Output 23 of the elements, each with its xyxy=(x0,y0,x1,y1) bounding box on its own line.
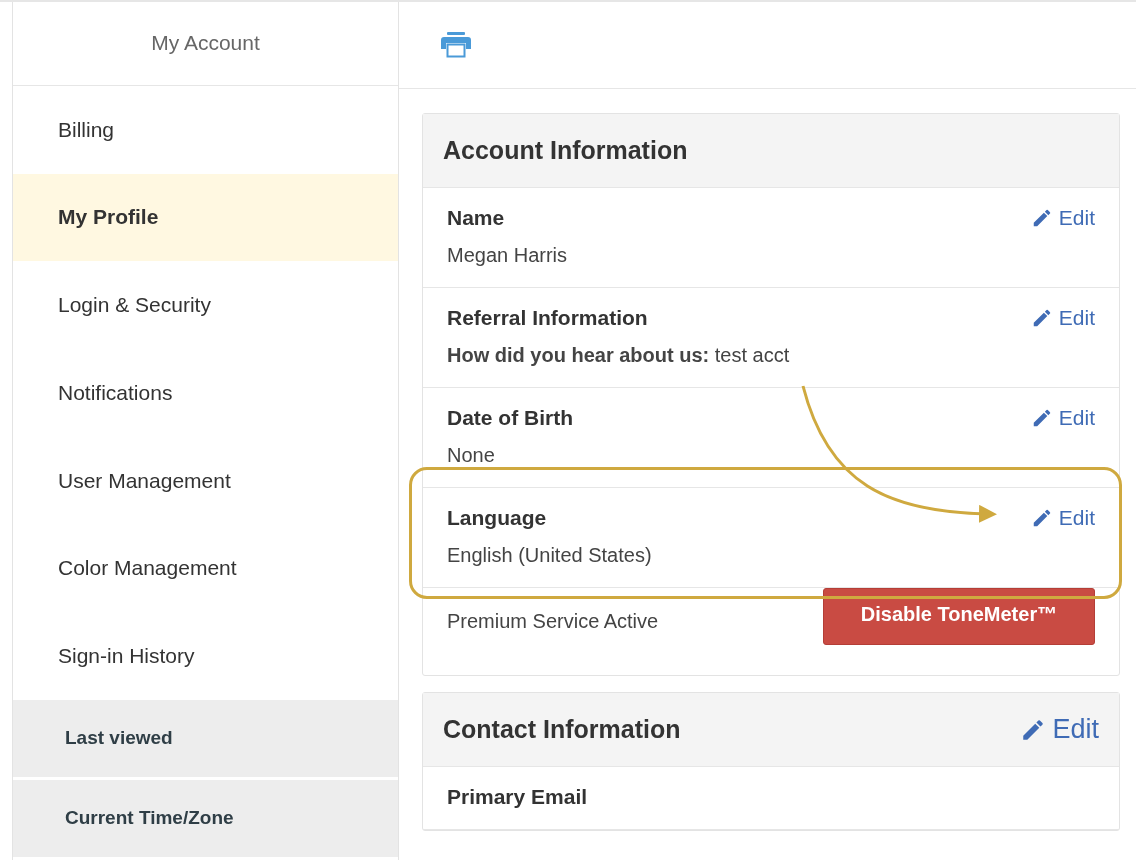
edit-link[interactable]: Edit xyxy=(1030,206,1095,230)
field-value: None xyxy=(447,444,496,467)
field-label: Name xyxy=(447,206,505,230)
edit-link[interactable]: Edit xyxy=(1030,406,1095,430)
edit-link[interactable]: Edit xyxy=(1030,306,1095,330)
field-label: Date of Birth xyxy=(447,406,573,430)
status-text: Premium Service Active xyxy=(447,610,659,633)
field-value: English (United States) xyxy=(447,544,653,567)
edit-link[interactable]: Edit xyxy=(1030,506,1095,530)
print-icon[interactable] xyxy=(441,32,471,58)
sidebar-item[interactable]: My Profile xyxy=(13,173,398,262)
field-label: Referral Information xyxy=(447,306,648,330)
field-value: How did you hear about us: test acct xyxy=(447,344,791,367)
info-item[interactable]: Current Time/Zone xyxy=(13,779,398,857)
field-value: Megan Harris xyxy=(447,244,569,267)
field-label: Language xyxy=(447,506,547,530)
panel-title: Contact Information xyxy=(443,715,681,744)
field-label: Primary Email xyxy=(447,785,588,809)
edit-link[interactable]: Edit xyxy=(1020,714,1099,745)
sidebar-title: My Account xyxy=(151,31,260,56)
panel-title: Account Information xyxy=(443,136,688,165)
info-item[interactable]: Last viewed xyxy=(13,699,398,777)
disable-button[interactable]: Disable ToneMeter™ xyxy=(823,588,1095,645)
